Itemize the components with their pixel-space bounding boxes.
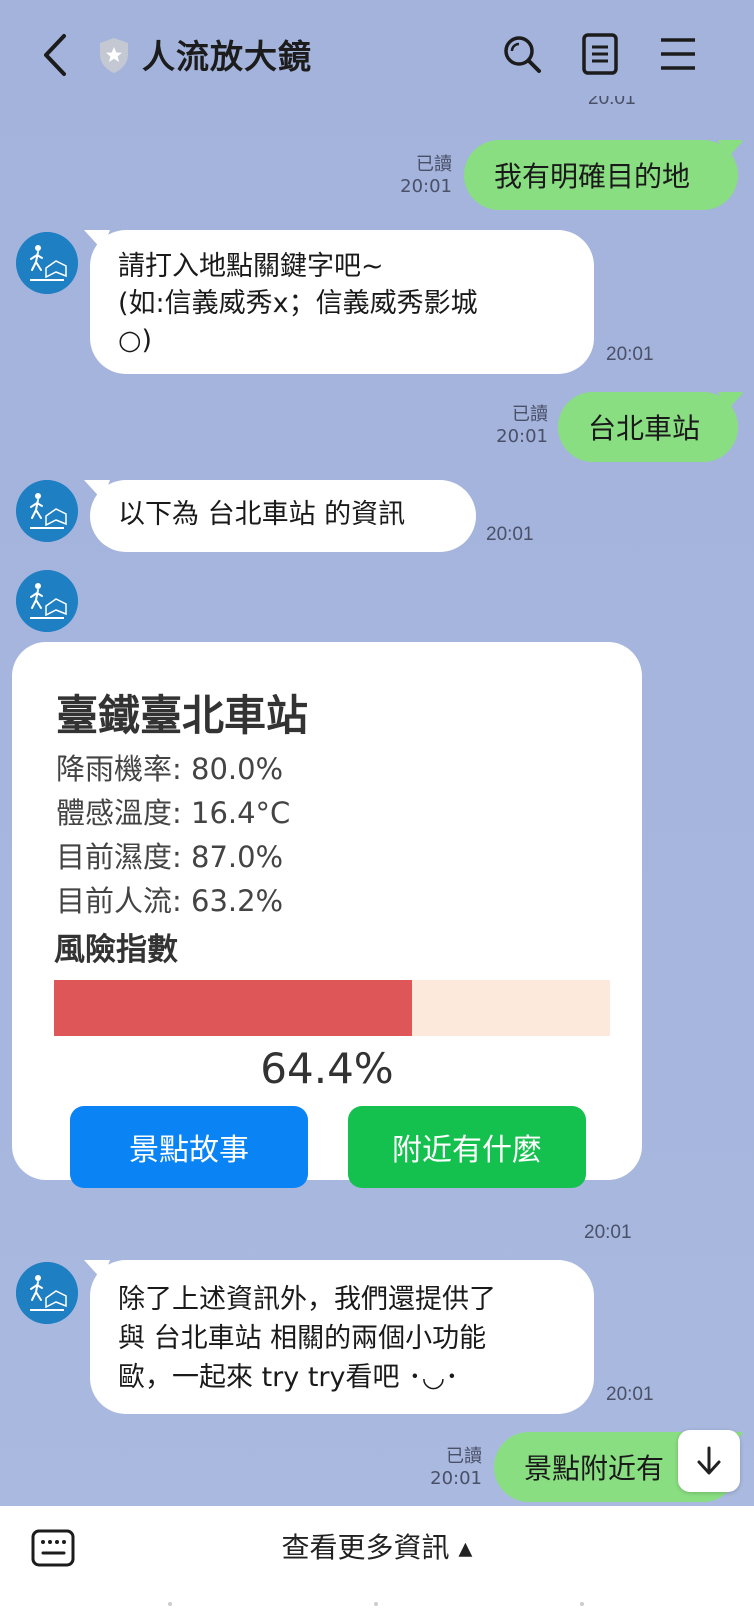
chat-header: 人流放大鏡 — [0, 0, 754, 108]
scroll-to-bottom-button[interactable] — [678, 1430, 740, 1492]
walker-icon — [16, 480, 78, 542]
message-time: 20:01 — [486, 524, 534, 545]
search-icon — [504, 36, 541, 73]
risk-bar-fill — [54, 980, 413, 1036]
bot-message[interactable]: 請打入地點關鍵字吧~ (如:信義威秀x；信義威秀影城 ○) — [90, 230, 594, 374]
message-time: 20:01 — [430, 1468, 482, 1489]
risk-percentage: 64.4% — [260, 1044, 394, 1093]
divider-dot — [374, 1602, 378, 1606]
walker-icon — [16, 570, 78, 632]
arrow-down-icon — [697, 1446, 721, 1475]
message-line: ○) — [118, 325, 153, 356]
bottom-bar: 查看更多資訊 ▴ — [0, 1506, 754, 1613]
user-message[interactable]: 台北車站 — [558, 392, 738, 462]
message-text: 我有明確目的地 — [494, 160, 691, 193]
message-text: 以下為 台北車站 的資訊 — [118, 499, 406, 530]
bot-message[interactable]: 以下為 台北車站 的資訊 — [90, 480, 476, 552]
read-label: 已讀 — [446, 1446, 482, 1467]
read-label: 已讀 — [416, 154, 452, 175]
risk-bar — [54, 980, 610, 1036]
message-time: 20:01 — [496, 426, 548, 447]
bot-avatar[interactable] — [16, 232, 78, 294]
bot-avatar[interactable] — [16, 570, 78, 632]
card-title: 臺鐵臺北車站 — [56, 691, 309, 740]
read-receipt: 已讀 20:01 — [420, 1446, 482, 1490]
menu-icon — [661, 38, 695, 70]
feels-like-temp: 體感溫度: 16.4°C — [56, 796, 291, 830]
search-button[interactable] — [500, 32, 544, 76]
humidity: 目前濕度: 87.0% — [56, 840, 284, 874]
message-time: 20:01 — [400, 176, 452, 197]
bot-message[interactable]: 除了上述資訊外，我們還提供了 與 台北車站 相關的兩個小功能 歐，一起來 try… — [90, 1260, 594, 1414]
station-info-card: 臺鐵臺北車站 降雨機率: 80.0% 體感溫度: 16.4°C 目前濕度: 87… — [12, 642, 642, 1188]
message-time: 20:01 — [606, 344, 654, 365]
timestamp: 20:01 — [588, 96, 636, 110]
message-time: 20:01 — [584, 1222, 632, 1243]
walker-icon — [16, 232, 78, 294]
crowd-level: 目前人流: 63.2% — [56, 884, 284, 918]
read-receipt: 已讀 20:01 — [482, 404, 548, 448]
more-info-menu[interactable]: 查看更多資訊 ▴ — [0, 1526, 754, 1566]
read-label: 已讀 — [512, 404, 548, 425]
back-button[interactable] — [36, 30, 76, 80]
back-icon — [44, 34, 66, 76]
bot-avatar[interactable] — [16, 480, 78, 542]
notes-button[interactable] — [578, 32, 622, 76]
message-line: 歐，一起來 try try看吧 ･◡･ — [118, 1362, 459, 1393]
nearby-button[interactable]: 附近有什麼 — [348, 1106, 586, 1188]
bot-avatar[interactable] — [16, 1262, 78, 1324]
divider-dot — [580, 1602, 584, 1606]
walker-icon — [16, 1262, 78, 1324]
message-text: 景點附近有 — [524, 1452, 665, 1485]
timestamp-text: 20:01 — [588, 96, 636, 109]
message-line: 與 台北車站 相關的兩個小功能 — [118, 1323, 487, 1354]
message-text: 台北車站 — [588, 412, 701, 445]
shield-icon — [96, 36, 132, 74]
message-line: 請打入地點關鍵字吧~ — [118, 251, 384, 282]
message-line: (如:信義威秀x；信義威秀影城 — [118, 288, 478, 319]
story-button[interactable]: 景點故事 — [70, 1106, 308, 1188]
chat-title: 人流放大鏡 — [142, 37, 312, 76]
read-receipt: 已讀 20:01 — [388, 154, 452, 198]
rain-probability: 降雨機率: 80.0% — [56, 752, 284, 786]
menu-button[interactable] — [656, 32, 700, 76]
divider-dot — [168, 1602, 172, 1606]
message-time: 20:01 — [606, 1384, 654, 1405]
message-line: 除了上述資訊外，我們還提供了 — [118, 1284, 496, 1315]
user-message[interactable]: 我有明確目的地 — [464, 140, 738, 210]
notes-icon — [582, 33, 618, 75]
risk-label: 風險指數 — [54, 932, 178, 968]
